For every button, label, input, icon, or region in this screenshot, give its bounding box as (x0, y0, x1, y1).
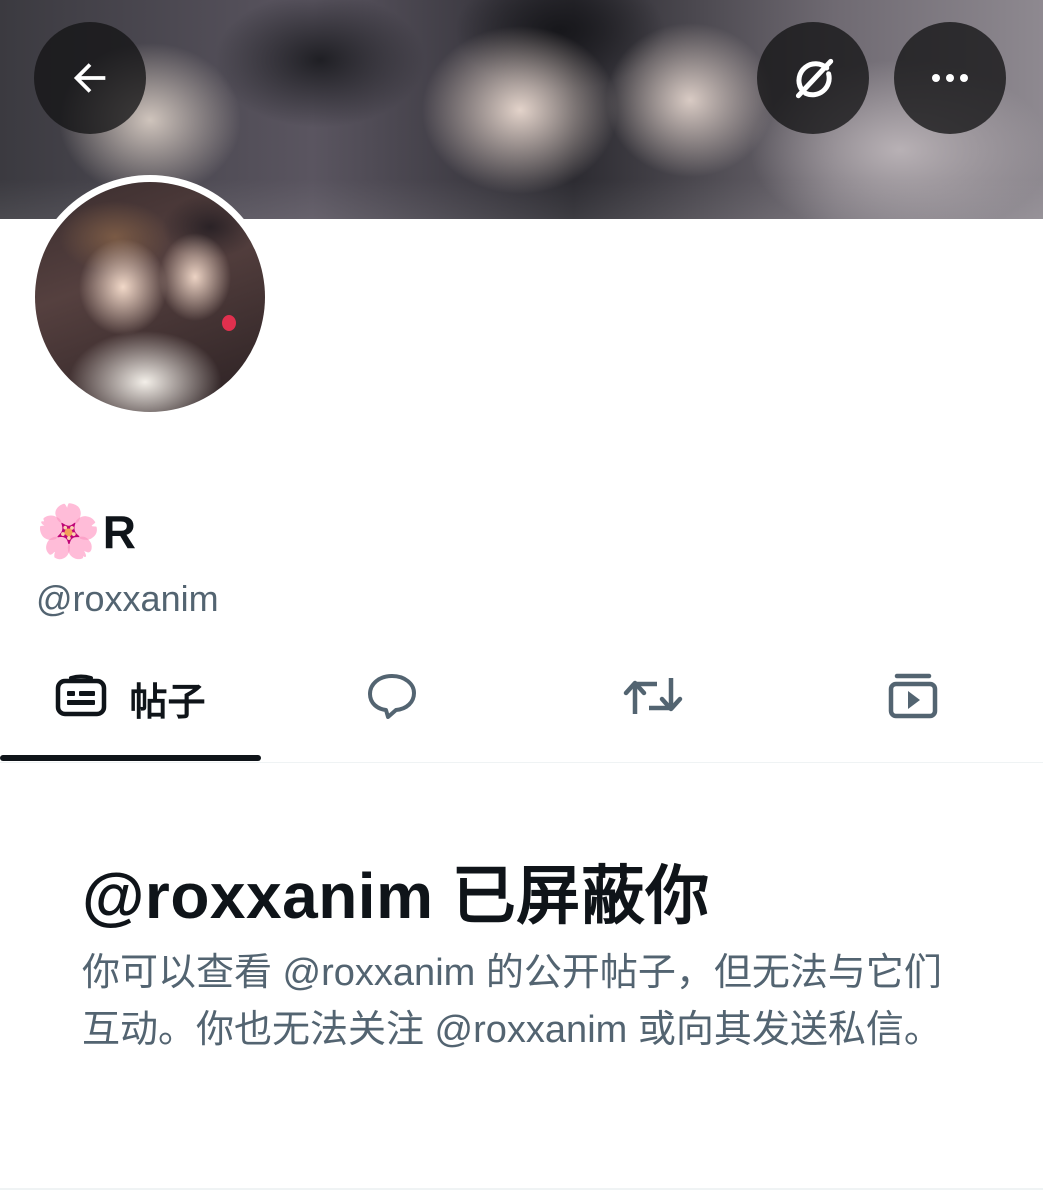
tab-reposts[interactable] (522, 648, 783, 748)
divider (0, 1188, 1043, 1190)
tab-media[interactable] (783, 648, 1043, 748)
blocked-title: @roxxanim 已屏蔽你 (82, 860, 710, 932)
posts-icon (55, 674, 107, 723)
user-handle: @roxxanim (36, 578, 219, 619)
profile-tabs: 帖子 (0, 648, 1043, 763)
blocked-description: 你可以查看 @roxxanim 的公开帖子，但无法与它们互动。你也无法关注 @r… (82, 952, 942, 1051)
tab-posts[interactable]: 帖子 (0, 648, 261, 748)
repost-icon (623, 674, 683, 723)
display-name: 🌸 R (36, 500, 136, 564)
reply-icon (366, 672, 418, 725)
balloon-decoration (222, 315, 236, 331)
more-horizontal-icon (926, 54, 974, 102)
back-button[interactable] (34, 22, 146, 134)
grok-icon (788, 53, 838, 103)
profile-avatar[interactable] (28, 175, 272, 419)
grok-button[interactable] (757, 22, 869, 134)
avatar-image (35, 182, 265, 412)
tab-replies[interactable] (261, 648, 522, 748)
more-button[interactable] (894, 22, 1006, 134)
display-name-text: R (102, 506, 136, 558)
cherry-blossom-emoji: 🌸 (36, 502, 101, 562)
tab-posts-label: 帖子 (129, 681, 206, 724)
media-icon (887, 672, 939, 725)
tab-selected-indicator (0, 755, 261, 761)
arrow-left-icon (67, 55, 113, 101)
